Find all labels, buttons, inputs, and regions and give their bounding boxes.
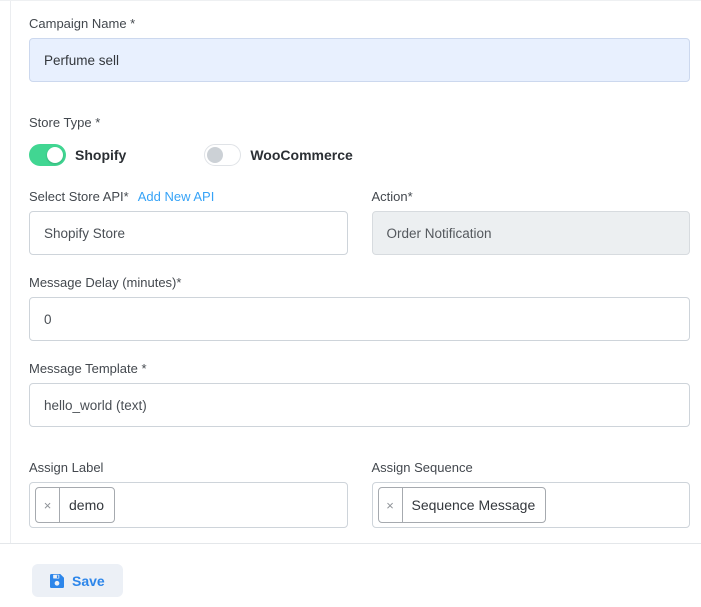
message-template-selected-value: hello_world (text): [44, 398, 659, 413]
shopify-toggle-label: Shopify: [75, 147, 126, 163]
campaign-form-card: Campaign Name * Store Type * Shopify Woo…: [10, 1, 701, 543]
store-api-selected-value: Shopify Store: [44, 226, 317, 241]
store-api-label: Select Store API*: [29, 188, 129, 205]
tag-text: demo: [60, 497, 114, 513]
assign-label-field: Assign Label × demo: [29, 459, 348, 528]
remove-tag-button[interactable]: ×: [379, 488, 403, 522]
tag-text: Sequence Message: [403, 497, 546, 513]
action-label: Action*: [372, 188, 691, 205]
woocommerce-toggle-label: WooCommerce: [250, 147, 352, 163]
assign-label-label: Assign Label: [29, 459, 348, 476]
form-footer: Save: [0, 544, 701, 597]
store-api-field: Select Store API* Add New API Shopify St…: [29, 188, 348, 255]
message-template-label: Message Template *: [29, 360, 690, 377]
tag-chip: × demo: [35, 487, 115, 523]
store-type-label: Store Type *: [29, 114, 690, 131]
message-template-select[interactable]: hello_world (text): [29, 383, 690, 427]
woocommerce-toggle-group: WooCommerce: [204, 144, 352, 166]
store-type-field: Store Type * Shopify WooCommerce: [29, 114, 690, 166]
shopify-toggle-group: Shopify: [29, 144, 126, 166]
shopify-toggle[interactable]: [29, 144, 66, 166]
store-api-select[interactable]: Shopify Store: [29, 211, 348, 255]
assign-sequence-input[interactable]: × Sequence Message: [372, 482, 691, 528]
assign-sequence-label: Assign Sequence: [372, 459, 691, 476]
message-delay-field: Message Delay (minutes)*: [29, 274, 690, 341]
assign-sequence-field: Assign Sequence × Sequence Message: [372, 459, 691, 528]
add-new-api-link[interactable]: Add New API: [138, 189, 215, 204]
toggle-knob: [47, 147, 63, 163]
tag-chip: × Sequence Message: [378, 487, 547, 523]
message-template-field: Message Template * hello_world (text): [29, 360, 690, 427]
assign-label-input[interactable]: × demo: [29, 482, 348, 528]
message-delay-label: Message Delay (minutes)*: [29, 274, 690, 291]
remove-tag-button[interactable]: ×: [36, 488, 60, 522]
save-button-label: Save: [72, 573, 105, 589]
campaign-name-input[interactable]: [29, 38, 690, 82]
campaign-name-label: Campaign Name *: [29, 15, 690, 32]
action-input: [372, 211, 691, 255]
woocommerce-toggle[interactable]: [204, 144, 241, 166]
save-button[interactable]: Save: [32, 564, 123, 597]
save-icon: [50, 574, 64, 588]
message-delay-input[interactable]: [29, 297, 690, 341]
toggle-knob: [207, 147, 223, 163]
action-field: Action*: [372, 188, 691, 255]
campaign-name-field: Campaign Name *: [29, 15, 690, 82]
campaign-form-page: Campaign Name * Store Type * Shopify Woo…: [0, 0, 701, 597]
